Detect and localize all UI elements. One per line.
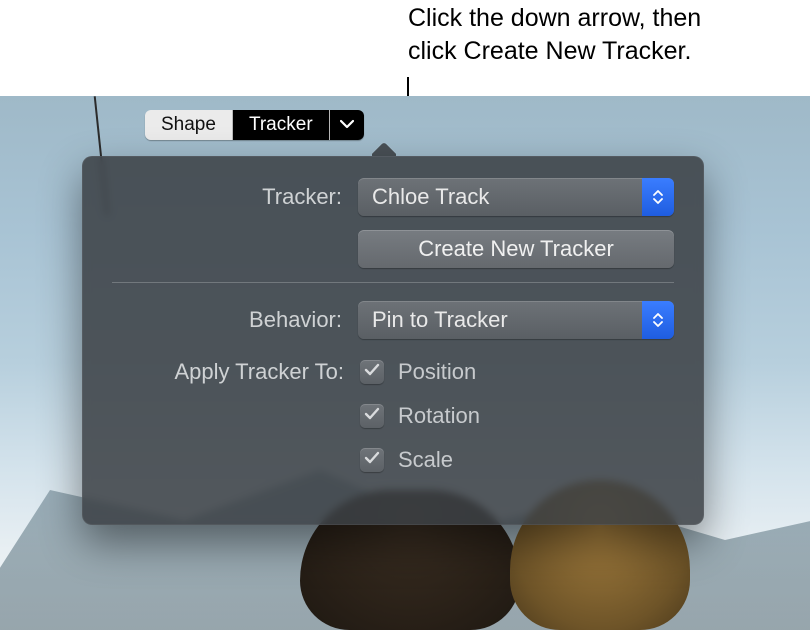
tracker-tab-label: Tracker	[249, 114, 313, 136]
checkmark-icon	[364, 407, 380, 426]
behavior-select-value: Pin to Tracker	[358, 307, 642, 333]
scale-checkbox[interactable]	[360, 448, 384, 472]
behavior-select[interactable]: Pin to Tracker	[358, 301, 674, 339]
divider	[112, 282, 674, 283]
tracker-tab[interactable]: Tracker	[233, 110, 330, 140]
behavior-field-label: Behavior:	[112, 307, 358, 333]
position-checkbox-label: Position	[398, 359, 476, 385]
checkmark-icon	[364, 363, 380, 382]
stepper-icon	[642, 178, 674, 216]
tracker-select-value: Chloe Track	[358, 184, 642, 210]
position-checkbox[interactable]	[360, 360, 384, 384]
create-new-tracker-button[interactable]: Create New Tracker	[358, 230, 674, 268]
viewer-canvas: Shape Tracker Tracker: Chloe Track	[0, 96, 810, 630]
shape-tab[interactable]: Shape	[145, 110, 233, 140]
tracker-field-label: Tracker:	[112, 184, 358, 210]
checkmark-icon	[364, 451, 380, 470]
apply-tracker-to-label: Apply Tracker To:	[112, 353, 360, 385]
scale-checkbox-label: Scale	[398, 447, 453, 473]
stepper-icon	[642, 301, 674, 339]
popover-caret	[372, 140, 396, 156]
rotation-checkbox[interactable]	[360, 404, 384, 428]
rotation-checkbox-label: Rotation	[398, 403, 480, 429]
shape-tab-label: Shape	[161, 114, 216, 136]
tracker-select[interactable]: Chloe Track	[358, 178, 674, 216]
chevron-down-icon	[340, 116, 354, 134]
tracker-menu-arrow-button[interactable]	[330, 110, 364, 140]
create-new-tracker-label: Create New Tracker	[418, 236, 614, 262]
instruction-annotation: Click the down arrow, then click Create …	[0, 0, 810, 96]
tracker-popover: Tracker: Chloe Track Create New Tracker	[82, 156, 704, 525]
instruction-text: Click the down arrow, then click Create …	[408, 2, 701, 67]
mode-segmented-control: Shape Tracker	[145, 110, 364, 140]
